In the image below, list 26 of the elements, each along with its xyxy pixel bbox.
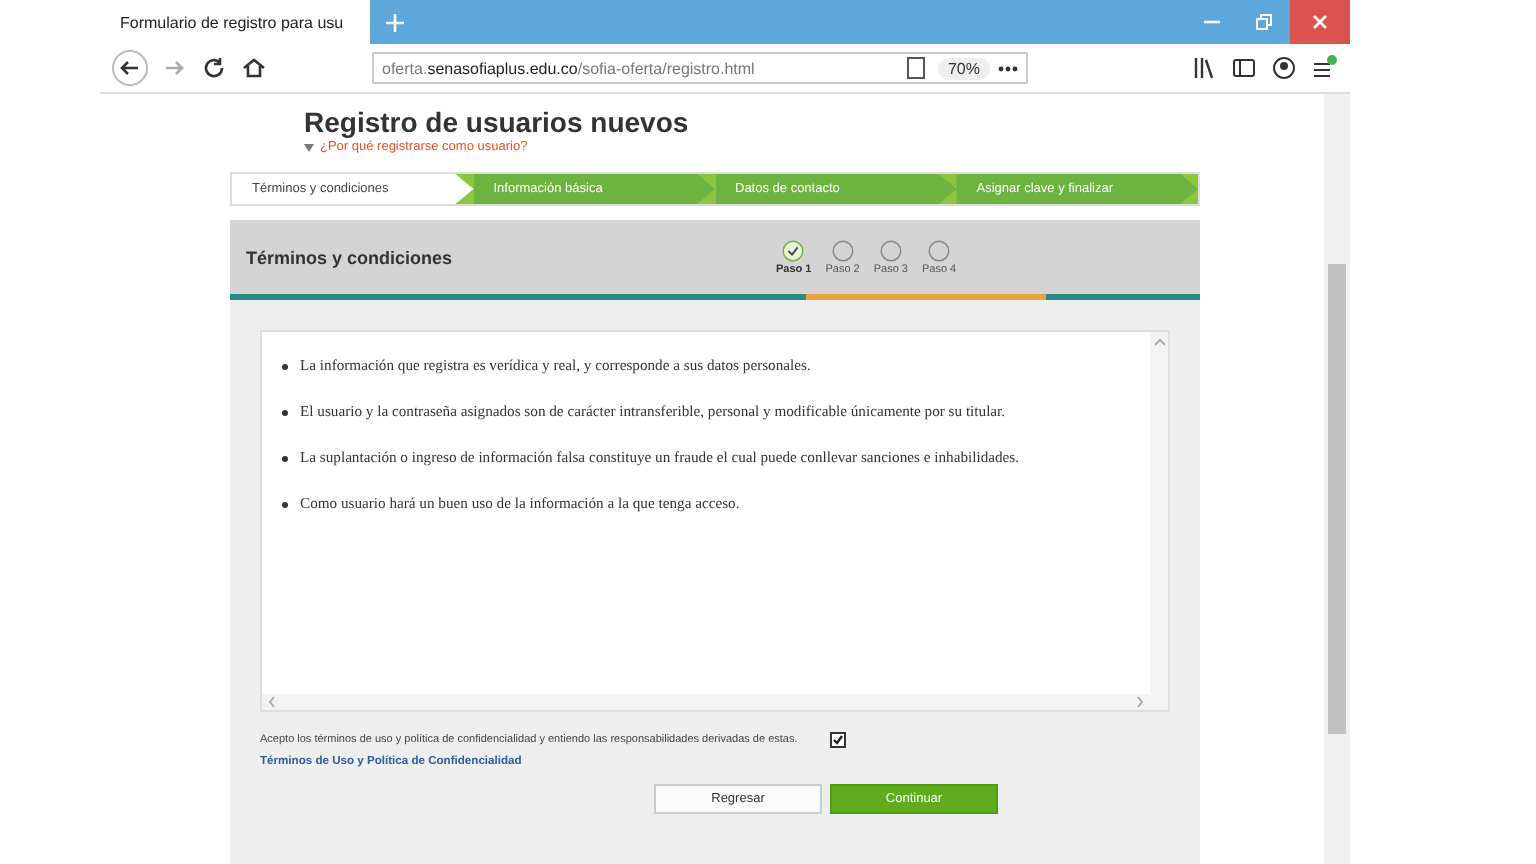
url-text: oferta.senasofiaplus.edu.co/sofia-oferta/registro.html xyxy=(382,59,755,77)
scrollbar[interactable] xyxy=(1324,94,1350,864)
accept-checkbox[interactable] xyxy=(829,732,846,748)
url-field[interactable]: oferta.senasofiaplus.edu.co/sofia-oferta/registro.html 70% xyxy=(372,52,1028,84)
more-icon[interactable] xyxy=(998,65,1018,71)
bullet-icon xyxy=(282,363,288,369)
bullet-icon xyxy=(282,455,288,461)
reload-icon[interactable] xyxy=(200,54,228,82)
browser-tab[interactable]: Formulario de registro para usu xyxy=(100,0,370,44)
bullet-icon xyxy=(282,409,288,415)
caret-icon xyxy=(304,143,314,151)
close-icon[interactable] xyxy=(1312,14,1328,30)
menu-icon[interactable] xyxy=(1310,54,1338,82)
account-icon[interactable] xyxy=(1270,54,1298,82)
reader-icon[interactable] xyxy=(901,54,930,82)
bullet-icon xyxy=(282,501,288,507)
sidebar-icon[interactable] xyxy=(1230,54,1258,82)
home-icon[interactable] xyxy=(240,54,268,82)
back-button[interactable] xyxy=(112,50,148,86)
zoom-level[interactable]: 70% xyxy=(937,57,990,79)
tab-title: Formulario de registro para usu xyxy=(120,13,344,31)
panel-title: Términos y condiciones xyxy=(246,247,455,267)
restore-icon[interactable] xyxy=(1256,14,1272,30)
library-icon[interactable] xyxy=(1190,54,1218,82)
page-title: Registro de usuarios nuevos xyxy=(304,106,691,138)
new-tab-icon[interactable] xyxy=(386,13,404,31)
